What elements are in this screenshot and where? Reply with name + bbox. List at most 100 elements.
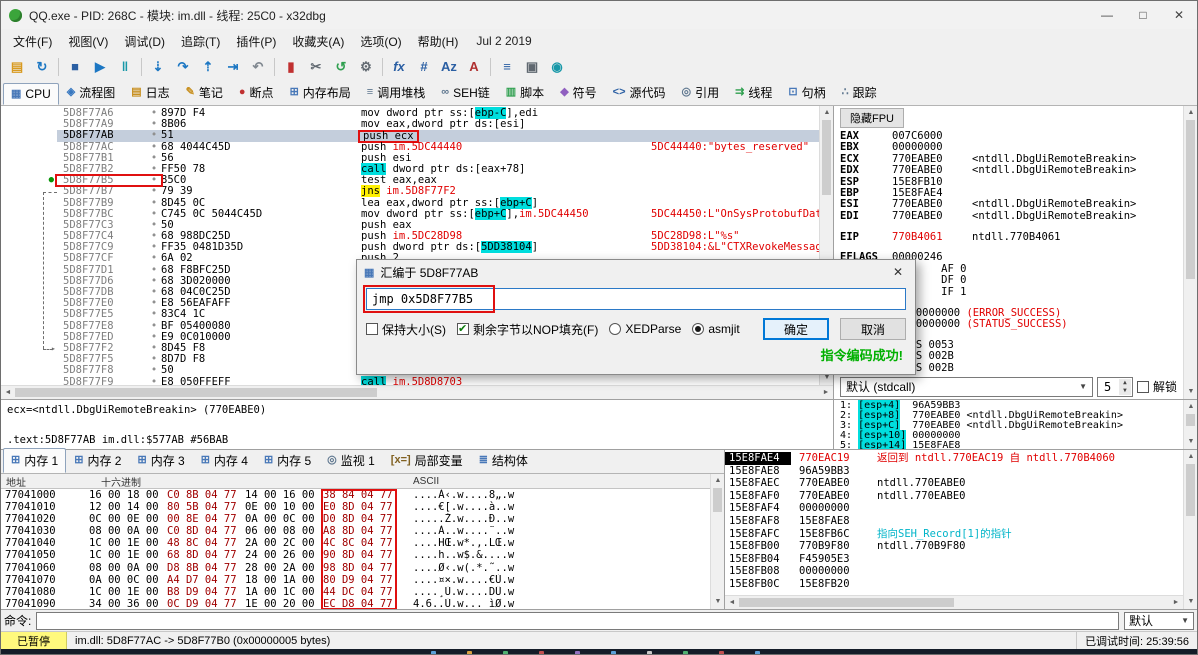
argument-row[interactable]: 5: [esp+14] 15E8FAE8 <box>840 440 1183 449</box>
disasm-row[interactable]: 5D8F77C9 • FF35 0481D35D push dword ptr ds:… <box>1 241 819 254</box>
stack-row[interactable]: 15E8FAF8 15E8FAE8 <box>725 515 1183 528</box>
menu-debug[interactable]: 调试(D) <box>116 31 173 52</box>
scroll-thumb[interactable] <box>1186 120 1195 279</box>
scroll-up-icon[interactable]: ▲ <box>1184 400 1197 414</box>
tab-trace[interactable]: ∴ 跟踪 <box>834 80 885 105</box>
scroll-track[interactable] <box>1184 464 1197 595</box>
menu-view[interactable]: 视图(V) <box>60 31 116 52</box>
scroll-track[interactable] <box>1184 414 1197 435</box>
window-button[interactable]: ▣ <box>520 55 544 78</box>
tab-dump-1[interactable]: ⊞ 内存 1 <box>3 448 67 473</box>
memory-dump-row[interactable]: 77041060 08 00 0A 00 D8 8B 04 77 28 00 2A 0… <box>1 562 710 574</box>
tab-locals[interactable]: [x=] 局部变量 <box>383 448 471 473</box>
scroll-track[interactable] <box>711 488 724 595</box>
record-button[interactable]: ▮ <box>279 55 303 78</box>
scroll-up-icon[interactable]: ▲ <box>711 474 724 488</box>
scroll-track[interactable] <box>739 596 1169 609</box>
stack-row[interactable]: 15E8FB0C 15E8FB20 <box>725 578 1183 591</box>
stack-row[interactable]: 15E8FAEC 770EABE0 ntdll.770EABE0 <box>725 477 1183 490</box>
scroll-thumb[interactable] <box>822 120 831 196</box>
hash-button[interactable]: # <box>412 55 436 78</box>
stack-row[interactable]: 15E8FB08 00000000 <box>725 565 1183 578</box>
scroll-thumb[interactable] <box>1186 464 1195 517</box>
menu-trace[interactable]: 追踪(T) <box>173 31 228 52</box>
memory-dump-row[interactable]: 77041050 1C 00 1E 00 68 8D 04 77 24 00 26 0… <box>1 549 710 561</box>
stack-view[interactable]: 15E8FAE4 770EAC19 返回到 ntdll.770EAC19 自 ntd… <box>725 450 1183 595</box>
stack-row[interactable]: 15E8FAF0 770EABE0 ntdll.770EABE0 <box>725 490 1183 503</box>
tab-references[interactable]: ◎ 引用 <box>674 80 728 105</box>
asmjit-radio[interactable]: asmjit <box>692 322 740 336</box>
scroll-track[interactable] <box>15 386 819 399</box>
scissors-button[interactable]: ✂ <box>304 55 328 78</box>
step-out-button[interactable]: ⇡ <box>196 55 220 78</box>
tab-script[interactable]: ▥ 脚本 <box>498 80 552 105</box>
scroll-right-icon[interactable]: ► <box>819 386 833 400</box>
settings-button[interactable]: ⚙ <box>354 55 378 78</box>
scroll-down-icon[interactable]: ▼ <box>1184 385 1197 399</box>
tab-dump-2[interactable]: ⊞ 内存 2 <box>66 448 129 473</box>
back-button[interactable]: ↶ <box>246 55 270 78</box>
assemble-dialog-titlebar[interactable]: ▦ 汇编于 5D8F77AB ✕ <box>357 260 915 284</box>
az-button[interactable]: Az <box>437 55 461 78</box>
disasm-row[interactable]: 5D8F77A9 • 8B06 mov eax,dword ptr ds:[esi] <box>1 118 819 130</box>
cancel-button[interactable]: 取消 <box>840 318 906 340</box>
scroll-up-icon[interactable]: ▲ <box>820 106 833 120</box>
scroll-down-icon[interactable]: ▼ <box>1184 435 1197 449</box>
spinner-buttons[interactable]: ▲ ▼ <box>1118 378 1131 395</box>
command-syntax-select[interactable]: 默认 ▼ <box>1124 611 1194 630</box>
scroll-thumb[interactable] <box>739 598 954 607</box>
tab-handles[interactable]: ⊡ 句柄 <box>780 80 833 105</box>
maximize-button[interactable]: □ <box>1125 1 1161 29</box>
memory-dump-vertical-scrollbar[interactable]: ▲ ▼ <box>710 474 724 609</box>
scroll-thumb[interactable] <box>713 488 722 512</box>
unlock-checkbox[interactable]: 解锁 <box>1136 378 1177 395</box>
tab-call-stack[interactable]: ≡ 调用堆栈 <box>359 80 433 105</box>
tab-symbols[interactable]: ◆ 符号 <box>552 80 604 105</box>
minimize-button[interactable]: — <box>1089 1 1125 29</box>
dialog-close-icon[interactable]: ✕ <box>883 260 913 284</box>
stack-row[interactable]: 15E8FAE4 770EAC19 返回到 ntdll.770EAC19 自 ntd… <box>725 452 1183 465</box>
memory-dump-row[interactable]: 77041080 1C 00 1E 00 B8 D9 04 77 1A 00 1C 0… <box>1 586 710 598</box>
scroll-left-icon[interactable]: ◄ <box>725 596 739 609</box>
xedparse-radio[interactable]: XEDParse <box>609 322 681 336</box>
restart-button[interactable]: ↻ <box>30 55 54 78</box>
nop-fill-checkbox[interactable]: 剩余字节以NOP填充(F) <box>457 321 598 338</box>
step-over-button[interactable]: ↷ <box>171 55 195 78</box>
memory-dump-row[interactable]: 77041090 34 00 36 00 0C D9 04 77 1E 00 20 0… <box>1 598 710 609</box>
tab-memory-map[interactable]: ⊞ 内存布局 <box>282 80 359 105</box>
stack-row[interactable]: 15E8FAF4 00000000 <box>725 502 1183 515</box>
command-input[interactable] <box>36 611 1119 630</box>
tab-cpu[interactable]: ▦ CPU <box>3 83 59 105</box>
step-into-button[interactable]: ⇣ <box>146 55 170 78</box>
refresh-button[interactable]: ↺ <box>329 55 353 78</box>
open-file-button[interactable]: ▤ <box>5 55 29 78</box>
stack-horizontal-scrollbar[interactable]: ◄ ► <box>725 595 1183 609</box>
menu-file[interactable]: 文件(F) <box>5 31 60 52</box>
breakpoint-dot[interactable]: ● <box>49 175 54 186</box>
menu-help[interactable]: 帮助(H) <box>410 31 467 52</box>
disasm-row[interactable]: 5D8F77F9 • E8 050FFEFF call im.5D8D8703 <box>1 375 819 385</box>
stop-button[interactable]: ■ <box>63 55 87 78</box>
tab-graph[interactable]: ◈ 流程图 <box>59 80 123 105</box>
scroll-left-icon[interactable]: ◄ <box>1 386 15 400</box>
chat-button[interactable]: ◉ <box>545 55 569 78</box>
tab-log[interactable]: ▤ 日志 <box>123 80 177 105</box>
threads-button[interactable]: ≡ <box>495 55 519 78</box>
scroll-up-icon[interactable]: ▲ <box>1184 450 1197 464</box>
ok-button[interactable]: 确定 <box>763 318 829 340</box>
menu-plugins[interactable]: 插件(P) <box>228 31 284 52</box>
registers-vertical-scrollbar[interactable]: ▲ ▼ <box>1183 106 1197 399</box>
calling-convention-select[interactable]: 默认 (stdcall) ▼ <box>840 376 1093 397</box>
tab-source[interactable]: <> 源代码 <box>605 80 674 105</box>
tab-breakpoints[interactable]: ● 断点 <box>231 80 282 105</box>
stack-vertical-scrollbar[interactable]: ▲ ▼ <box>1183 450 1197 609</box>
assemble-instruction-input[interactable] <box>366 288 906 310</box>
scroll-up-icon[interactable]: ▲ <box>1184 106 1197 120</box>
stack-row[interactable]: 15E8FAFC 15E8FB6C 指向SEH_Record[1]的指针 <box>725 528 1183 541</box>
scroll-thumb[interactable] <box>1186 414 1195 426</box>
font-button[interactable]: A <box>462 55 486 78</box>
argument-count-spinner[interactable]: 5 ▲ ▼ <box>1096 376 1133 397</box>
stack-row[interactable]: 15E8FB00 770B9F80 ntdll.770B9F80 <box>725 540 1183 553</box>
memory-dump-row[interactable]: 77041070 0A 00 0C 00 A4 D7 04 77 18 00 1A 0… <box>1 574 710 586</box>
memory-dump-row[interactable]: 77041030 08 00 0A 00 C0 8D 04 77 06 00 08 0… <box>1 525 710 537</box>
